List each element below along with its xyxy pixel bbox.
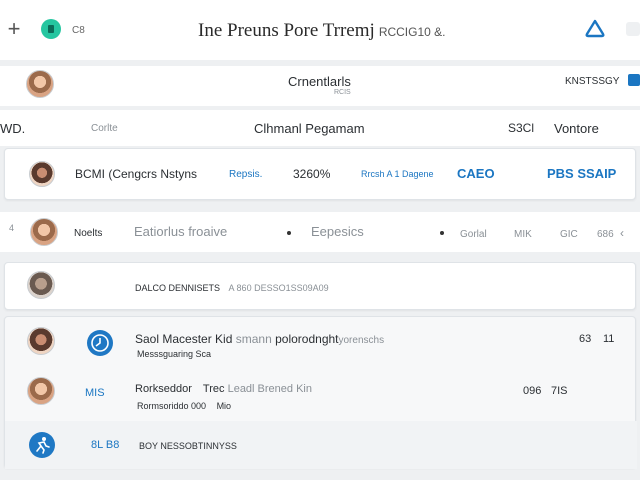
group-item-3-tag[interactable]: 8L B8 [91,439,119,451]
group-item-2-sub: Rormsoriddo 000 Mio [137,401,231,411]
list-item-text: DALCO DENNISETS A 860 DESSO1SS09A09 [135,283,329,293]
group-item-1-title-b: polorodnght [275,332,339,346]
group-item-3-title: BOY NESSOBTINNYSS [139,441,237,451]
filter-col-1[interactable]: Corlte [91,123,118,134]
group-item-1-sub: Messsguaring Sca [137,349,212,359]
group-item-2-title-muted: Leadl Brened Kin [227,383,312,395]
group-item-2-sub-b: Mio [216,401,232,411]
group-item-2[interactable]: MIS Rorkseddor Trec Leadl Brened Kin Ror… [5,369,637,421]
top-bar: + C8 Ine Preuns Pore Trremj RCCIG10 &. [0,0,640,60]
group-item-1-title-a: Saol Macester Kid [135,332,233,346]
group-item-2-tag[interactable]: MIS [85,387,105,399]
filter-row: WD. Corlte Clhmanl Pegamam S3Cl Vontore [0,110,640,146]
list-item-meta-4: 686 [597,229,614,240]
window-title: Ine Preuns Pore Trremj RCCIG10 &. [198,20,446,42]
group-item-1-v1: 63 [579,333,592,345]
triangle-logo-icon[interactable] [584,18,606,40]
separator-dot [440,231,444,235]
filter-col-4[interactable]: Vontore [554,121,599,136]
window-control[interactable] [626,22,640,36]
avatar [27,327,55,355]
group-card: Saol Macester Kid smann polorodnghtyoren… [4,316,637,469]
list-item-desc: Eatiorlus froaive [134,224,228,239]
header-right-label: KNSTSSGY [565,76,620,87]
group-item-2-title: Rorkseddor Trec Leadl Brened Kin [135,383,312,395]
window-title-text: Ine Preuns Pore Trremj [198,20,375,41]
group-item-2-v1: 096 [523,385,542,397]
group-item-2-title-a: Rorkseddor [135,383,192,395]
runner-icon[interactable] [29,432,55,458]
list-item-meta-3: GIC [560,229,578,240]
group-item-2-v2: 7IS [551,385,568,397]
avatar[interactable] [26,70,54,98]
list-item-meta-2: MIK [514,229,532,240]
window-title-sub: RCCIG10 &. [378,25,446,39]
featured-meta[interactable]: Rrcsh A 1 Dagene [361,169,434,179]
separator-dot [287,231,291,235]
group-item-2-sub-a: Rormsoriddo 000 [137,401,207,411]
chevron-left-icon[interactable]: ‹ [620,226,624,240]
green-app-icon[interactable] [41,19,61,39]
avatar [30,218,58,246]
list-item-desc-2: Eepesics [311,224,364,239]
header-row: Crnentlarls RCIS KNSTSSGY [0,66,640,106]
header-center-label: Crnentlarls [288,74,351,89]
group-item-1-title-muted: smann [235,332,272,346]
group-item-1-title: Saol Macester Kid smann polorodnghtyoren… [135,332,384,346]
list-item-index: 4 [9,223,15,233]
filter-col-2[interactable]: Clhmanl Pegamam [254,121,365,136]
filter-left-label: WD. [0,121,26,136]
list-item-text-b: A 860 DESSO1SS09A09 [228,283,329,293]
featured-code[interactable]: CAEO [457,166,495,181]
header-badge[interactable] [628,74,640,86]
topbar-small-label: C8 [72,25,85,36]
plus-icon[interactable]: + [4,17,24,41]
clock-icon[interactable] [87,330,113,356]
avatar [27,377,55,405]
featured-status[interactable]: PBS SSAIP [547,166,616,181]
group-item-3[interactable]: 8L B8 BOY NESSOBTINNYSS [5,421,637,469]
featured-value: 3260% [293,167,331,181]
list-item[interactable]: 4 Noelts Eatiorlus froaive Eepesics Gorl… [0,212,640,252]
group-item-1-title-muted-2: yorenschs [338,335,385,346]
list-item[interactable]: DALCO DENNISETS A 860 DESSO1SS09A09 [4,262,636,310]
avatar [27,271,55,299]
list-item-text-a: DALCO DENNISETS [135,283,221,293]
header-center-sub: RCIS [334,89,351,96]
featured-name: BCMI (Cengcrs Nstyns [75,167,198,181]
group-item-2-title-b: Trec [202,383,225,395]
filter-col-3[interactable]: S3Cl [508,121,534,135]
group-item-1-v2: 11 [603,333,615,345]
avatar [29,161,55,187]
featured-row[interactable]: BCMI (Cengcrs Nstyns Repsis. 3260% Rrcsh… [4,148,636,200]
featured-tag[interactable]: Repsis. [229,169,262,180]
list-item-meta-1: Gorlal [460,229,487,240]
group-item-1[interactable]: Saol Macester Kid smann polorodnghtyoren… [5,317,637,369]
list-item-name: Noelts [74,228,103,239]
